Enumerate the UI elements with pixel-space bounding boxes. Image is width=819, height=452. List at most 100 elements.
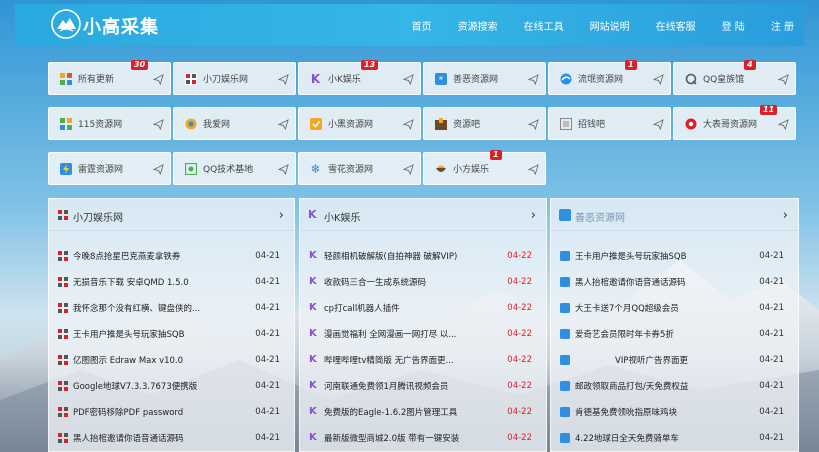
grid-color-icon [59, 72, 72, 85]
bowl-logo-icon [434, 162, 447, 175]
list-item[interactable]: 爱奇艺会员限时年卡券5折 04-21 [551, 321, 798, 346]
tile-dabiaoge[interactable]: 大表哥资源网 11 [673, 105, 796, 140]
item-title: 收款码三合一生成系统源码 [324, 277, 427, 288]
send-icon [528, 164, 539, 175]
list-item[interactable]: K 哔哩哔哩tv精简版 无广告界面更... 04-22 [300, 347, 546, 372]
tile-badge: 1 [625, 60, 637, 70]
tile-xiaok[interactable]: K 小K娱乐 13 [298, 60, 421, 95]
tile-qq-huangzu[interactable]: QQ皇族馆 4 [673, 60, 796, 95]
swirl-logo-icon [559, 72, 572, 85]
blue-square-icon [560, 432, 570, 443]
tile-woai[interactable]: 我爱网 [173, 107, 296, 140]
list-item[interactable]: K 轻颜相机破解版(自拍神器 破解VIP) 04-22 [300, 243, 546, 268]
tile-badge: 11 [760, 105, 778, 115]
item-title: 王卡用户推是头号玩家抽SQB [73, 329, 185, 340]
xiaodao-logo-icon [58, 406, 68, 417]
tile-xiaodao[interactable]: 小刀娱乐网 [173, 62, 296, 95]
nav-register[interactable]: 注 册 [771, 18, 794, 33]
item-date: 04-22 [507, 380, 532, 391]
panel-header[interactable]: K 小K娱乐 › [300, 199, 546, 231]
chevron-right-icon[interactable]: › [783, 208, 788, 223]
item-title: VIP视听广告界面更 [615, 355, 688, 366]
tile-115[interactable]: 115资源网 [48, 107, 171, 140]
list-item[interactable]: 大王卡送7个月QQ超级会员 04-21 [551, 295, 798, 320]
tile-xiaohei[interactable]: 小黑资源网 [298, 107, 421, 140]
site-logo-icon[interactable] [51, 9, 81, 39]
list-item[interactable]: PDF密码移除PDF password 04-21 [49, 399, 294, 424]
site-brand[interactable]: 小高采集 [83, 13, 159, 39]
tile-label: 流氓资源网 [578, 75, 624, 85]
grid-color-icon [59, 117, 72, 130]
panel-header[interactable]: 善恶资源网 › [551, 199, 798, 231]
tile-ziyuanba[interactable]: 资源吧 [423, 107, 546, 140]
tile-label: QQ皇族馆 [703, 75, 745, 85]
panel-shane: 善恶资源网 › 王卡用户推是头号玩家抽SQB 04-21 黑人抬棺邀请你语音通话源… [550, 198, 799, 452]
item-title: 肯德基免费领吮指原味鸡块 [575, 407, 678, 418]
item-title: 爱奇艺会员限时年卡券5折 [575, 329, 674, 340]
list-item[interactable]: 肯德基免费领吮指原味鸡块 04-21 [551, 399, 798, 424]
tile-label: 我爱网 [203, 120, 231, 130]
list-item[interactable]: K 河南联通免费领1月腾讯视频会员 04-22 [300, 373, 546, 398]
tile-label: 资源吧 [453, 120, 481, 130]
nav-online-service[interactable]: 在线客服 [656, 18, 696, 33]
blue-square-icon [560, 276, 570, 287]
list-item[interactable]: VIP视听广告界面更 04-21 [551, 347, 798, 372]
send-icon [778, 74, 789, 85]
nav-online-tools[interactable]: 在线工具 [524, 18, 564, 33]
tile-all-updates[interactable]: 所有更新 30 [48, 60, 171, 95]
q-logo-icon [684, 72, 697, 85]
item-date: 04-21 [255, 406, 280, 417]
list-item[interactable]: Kcp打call机器人插件 04-22 [300, 295, 546, 320]
item-date: 04-22 [507, 250, 532, 261]
list-item[interactable]: K 最新版微型商城2.0版 带有一键安装 04-22 [300, 425, 546, 450]
item-title: 大王卡送7个月QQ超级会员 [575, 303, 679, 314]
item-date: 04-21 [255, 276, 280, 287]
list-item[interactable]: Google地球V7.3.3.7673便携版 04-21 [49, 373, 294, 398]
svg-text:*: * [438, 75, 443, 85]
list-item[interactable]: 今晚8点抢星巴克燕麦拿铁券 04-21 [49, 243, 294, 268]
tile-qq-jishu[interactable]: QQ技术基地 [173, 152, 296, 185]
blue-square-icon [560, 328, 570, 339]
list-item[interactable]: 黑人抬棺邀请你语音通话源码 04-21 [551, 269, 798, 294]
list-item[interactable]: 亿图图示 Edraw Max v10.0 04-21 [49, 347, 294, 372]
chevron-right-icon[interactable]: › [279, 208, 284, 223]
top-header: 小高采集 首页 资源搜索 在线工具 网站说明 在线客服 登 陆 注 册 [15, 4, 804, 46]
tile-xuehua[interactable]: ❄ 雪花资源网 [298, 152, 421, 185]
tile-zhaoqianba[interactable]: 招钱吧 [548, 107, 671, 140]
snowflake-icon: ❄ [310, 161, 321, 176]
item-title: Google地球V7.3.3.7673便携版 [73, 381, 198, 392]
list-item[interactable]: K 免费版的Eagle-1.6.2图片管理工具 04-22 [300, 399, 546, 424]
list-item[interactable]: 我怀念那个没有红横、键盘侠的... 04-21 [49, 295, 294, 320]
list-item[interactable]: 黑人抬棺邀请你语音通话源码 04-21 [49, 425, 294, 450]
item-date: 04-22 [507, 302, 532, 313]
tile-xiaofang[interactable]: 小方娱乐 1 [423, 150, 546, 185]
list-item[interactable]: 王卡用户推是头号玩家抽SQB 04-21 [49, 321, 294, 346]
tile-label: 小黑资源网 [328, 120, 374, 130]
tile-label: 所有更新 [78, 75, 115, 85]
list-item[interactable]: 无损音乐下载 安卓QMD 1.5.0 04-21 [49, 269, 294, 294]
list-item[interactable]: 王卡用户推是头号玩家抽SQB 04-21 [551, 243, 798, 268]
k-logo-icon: K [309, 353, 317, 365]
xiaodao-logo-icon [58, 210, 68, 220]
tile-leiting[interactable]: 雷霆资源网 [48, 152, 171, 185]
xiaodao-logo-icon [58, 380, 68, 391]
list-item[interactable]: K 漫画觉福利 全网漫画一网打尽 以... 04-22 [300, 321, 546, 346]
tile-shane[interactable]: * 善恶资源网 [423, 62, 546, 95]
panel-xiaok: K 小K娱乐 › K 轻颜相机破解版(自拍神器 破解VIP) 04-22 K 收款码三… [299, 198, 547, 452]
panel-title: 小刀娱乐网 [73, 213, 123, 224]
tile-liumang[interactable]: 流氓资源网 1 [548, 60, 671, 95]
list-item[interactable]: 邮政领取商品打包/天免费权益 04-21 [551, 373, 798, 398]
send-icon [528, 74, 539, 85]
nav-resource-search[interactable]: 资源搜索 [458, 18, 498, 33]
chevron-right-icon[interactable]: › [531, 208, 536, 223]
list-item[interactable]: 4.22地球日全天免费骑单车 04-21 [551, 425, 798, 450]
xiaodao-logo-icon [58, 354, 68, 365]
panel-header[interactable]: 小刀娱乐网 › [49, 199, 294, 231]
xiaodao-logo-icon [184, 72, 197, 85]
nav-site-info[interactable]: 网站说明 [590, 18, 630, 33]
nav-login[interactable]: 登 陆 [722, 18, 745, 33]
list-item[interactable]: K 收款码三合一生成系统源码 04-22 [300, 269, 546, 294]
item-date: 04-21 [759, 380, 784, 391]
nav-home[interactable]: 首页 [412, 18, 432, 33]
circle-logo-icon [184, 117, 197, 130]
